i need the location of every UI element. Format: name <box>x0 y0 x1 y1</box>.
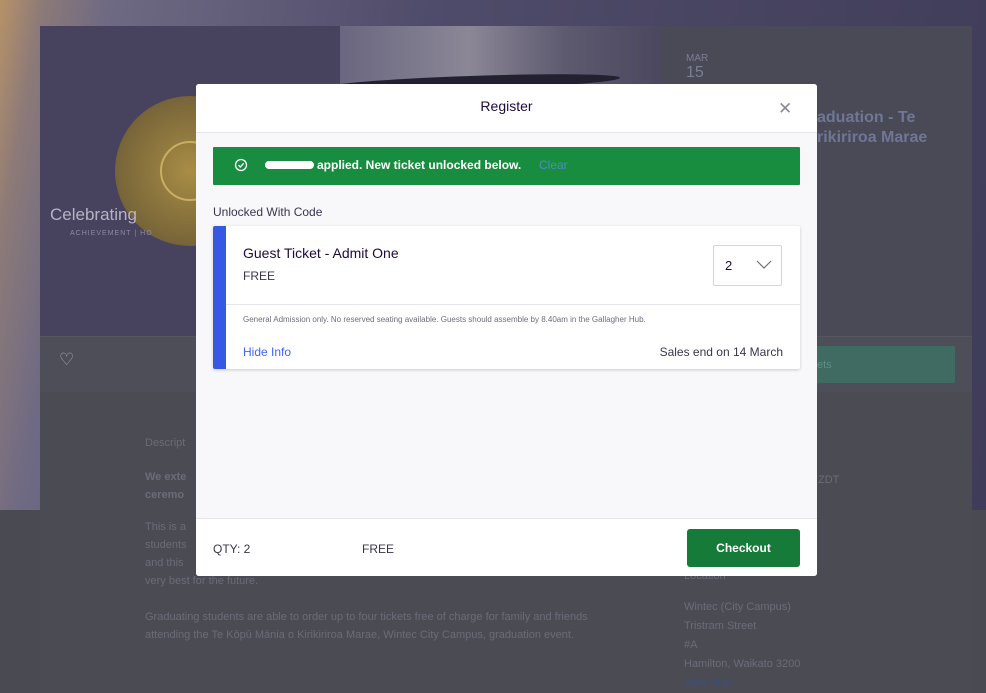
ticket-name: Guest Ticket - Admit One <box>243 245 399 261</box>
quantity-select[interactable]: 2 <box>713 245 782 286</box>
banner-message: applied. New ticket unlocked below. <box>317 158 522 172</box>
redacted-promo-code <box>265 161 314 169</box>
event-date-day: 15 <box>686 64 704 81</box>
event-title: aduation - Te rikiriroa Marae <box>817 109 928 146</box>
address-line: Wintec (City Campus) <box>684 601 791 613</box>
chevron-down-icon <box>756 260 772 269</box>
sales-end-text: Sales end on 14 March <box>659 345 783 359</box>
address-line: #A <box>684 639 698 651</box>
location-address: Wintec (City Campus) Tristram Street #A … <box>684 598 800 693</box>
ticket-divider <box>226 304 800 305</box>
description-paragraph-2: Graduating students are able to order up… <box>145 611 588 641</box>
hide-info-link[interactable]: Hide Info <box>243 345 291 359</box>
event-date-month: MAR <box>686 53 709 64</box>
heart-icon[interactable]: ♡ <box>59 350 74 370</box>
promo-code-banner: applied. New ticket unlocked below. Clea… <box>213 147 800 185</box>
hero-title: Celebrating <box>50 205 137 224</box>
event-timezone: ZDT <box>818 474 840 486</box>
modal-footer: QTY: 2 FREE Checkout <box>196 518 817 576</box>
hero-subtitle: ACHIEVEMENT | HO <box>70 230 153 237</box>
view-map-link[interactable]: View Map <box>684 674 800 693</box>
ticket-info: General Admission only. No reserved seat… <box>243 315 646 324</box>
close-icon[interactable]: ✕ <box>778 99 792 119</box>
check-circle-icon <box>234 158 248 172</box>
description-label: Descript <box>145 437 186 449</box>
section-label: Unlocked With Code <box>213 205 323 219</box>
tickets-button[interactable]: ets <box>812 346 955 383</box>
address-line: Tristram Street <box>684 620 757 632</box>
ticket-card: Guest Ticket - Admit One FREE 2 General … <box>213 226 800 369</box>
modal-header: Register ✕ <box>196 84 817 133</box>
quantity-value: 2 <box>725 258 733 273</box>
modal-title: Register <box>480 98 533 114</box>
description-intro: We exte ceremo <box>145 471 187 501</box>
footer-total: FREE <box>362 542 395 556</box>
register-modal: Register ✕ applied. New ticket unlocked … <box>196 84 817 576</box>
checkout-button[interactable]: Checkout <box>687 529 800 567</box>
ticket-accent-stripe <box>213 226 226 369</box>
address-line: Hamilton, Waikato 3200 <box>684 658 801 670</box>
footer-quantity: QTY: 2 <box>213 542 251 556</box>
clear-code-link[interactable]: Clear <box>539 158 568 172</box>
ticket-price: FREE <box>243 269 276 283</box>
